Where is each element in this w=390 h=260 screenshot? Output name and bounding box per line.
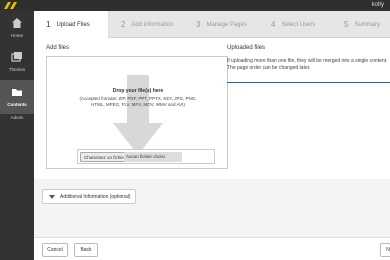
home-icon [12,18,22,28]
sidebar: Home Themes Contents Admin [0,11,34,260]
sidebar-item-admin[interactable]: Admin [0,109,34,143]
tab-label: Upload Files [56,21,90,28]
logo-icon [4,2,17,9]
top-bar: kolty [0,0,390,11]
cancel-button[interactable]: Cancel [42,243,68,257]
sidebar-item-label: Admin [10,115,24,120]
add-files-title: Add files [46,45,70,51]
next-button[interactable]: N [380,243,390,257]
tab-label: Summary [354,21,381,28]
sidebar-item-label: Contents [7,102,27,107]
file-dropzone[interactable]: Drop your file(s) here (Accepted formats… [46,56,228,169]
sidebar-item-label: Themes [8,67,26,72]
tab-number: 3 [196,20,201,29]
download-arrow-icon [113,75,163,155]
tab-number: 2 [121,20,126,29]
tab-number: 5 [344,20,349,29]
tab-select-users[interactable]: 4 Select Users [259,11,334,38]
upload-panel: Add files Drop your file(s) here (Accept… [34,38,390,179]
tab-add-information[interactable]: 2 Add information [109,11,184,38]
tab-manage-pages[interactable]: 3 Manage Pages [184,11,259,38]
additional-info-toggle[interactable]: Additional Information (optional) [42,189,136,204]
uploaded-files-hint: If uploading more than one file, they wi… [227,58,388,71]
user-name[interactable]: kolty [372,1,384,10]
tab-number: 4 [271,20,276,29]
caret-down-icon [49,195,55,199]
file-input[interactable]: Choisissez un fichier Aucun fichier choi… [77,149,215,164]
choose-file-button[interactable]: Choisissez un fichier [80,152,130,162]
drop-title: Drop your file(s) here [112,88,164,94]
additional-info-label: Additional Information (optional) [60,194,131,200]
no-file-label: Aucun fichier choisi [124,152,182,162]
sidebar-item-themes[interactable]: Themes [0,45,34,79]
contents-icon [12,89,22,96]
tab-upload-files[interactable]: 1 Upload Files [34,11,109,38]
tab-label: Manage Pages [206,21,247,28]
accepted-formats: (Accepted formats: ZIP, PDF, PPT, PPTX, … [79,96,197,107]
tab-label: Add information [131,21,174,28]
tab-summary[interactable]: 5 Summary [332,11,390,38]
themes-icon [11,52,22,62]
app-window: kolty Home Themes Contents Admin 1 Uploa… [0,0,390,260]
footer-bar: Cancel Back N [34,237,390,260]
tab-number: 1 [46,20,51,29]
sidebar-item-label: Home [10,33,23,38]
back-button[interactable]: Back [74,243,98,257]
sidebar-item-home[interactable]: Home [0,11,34,45]
wizard-tabs: 1 Upload Files 2 Add information 3 Manag… [34,11,390,38]
uploaded-files-divider [227,82,390,83]
tab-label: Select Users [281,21,316,28]
uploaded-files-title: Uploaded files [227,45,266,51]
